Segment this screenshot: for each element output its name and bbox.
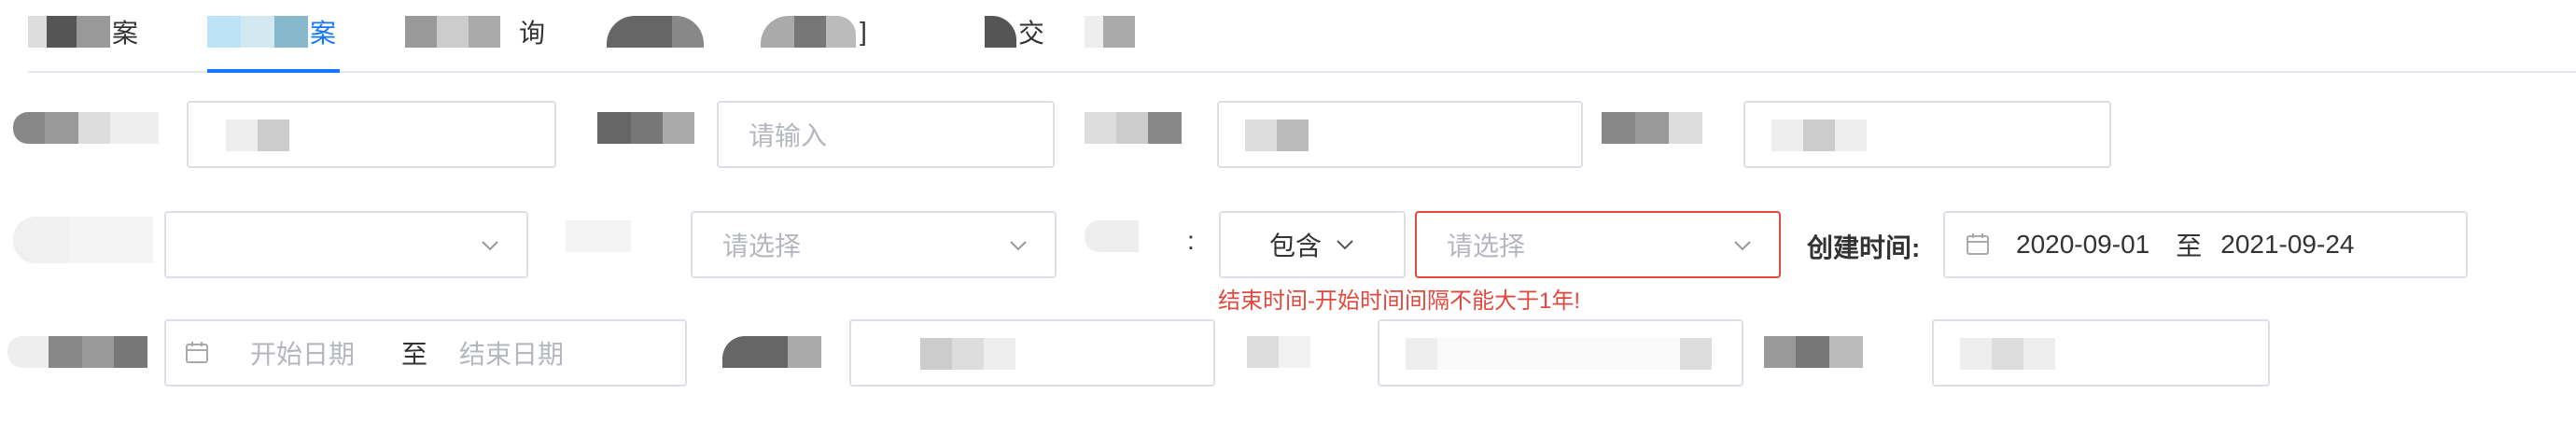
redacted-block — [826, 16, 856, 48]
redacted-label — [13, 217, 153, 263]
select-2[interactable]: 请选择 — [691, 211, 1057, 278]
redacted-label — [1085, 112, 1182, 144]
chevron-down-icon — [1010, 241, 1027, 251]
start-date-placeholder[interactable]: 开始日期 — [250, 334, 355, 372]
redacted-block — [672, 16, 704, 48]
chevron-down-icon — [1337, 240, 1353, 250]
redacted-label — [13, 112, 159, 144]
select-3-placeholder: 请选择 — [1447, 232, 1526, 260]
tab-3[interactable]: 询 — [405, 7, 545, 56]
redacted-value — [1406, 338, 1712, 370]
text-input-7[interactable] — [1932, 319, 2270, 387]
redacted-label — [1764, 336, 1863, 368]
chevron-down-icon — [482, 241, 498, 251]
tab-3-label: 询 — [519, 19, 546, 48]
tab-1[interactable]: 案 — [28, 7, 138, 56]
redacted-block — [77, 16, 110, 48]
tabs-divider — [28, 71, 2576, 73]
created-date-range[interactable]: 2020-09-01 至 2021-09-24 — [1943, 211, 2468, 278]
redacted-block — [241, 16, 274, 48]
redacted-block — [469, 16, 500, 48]
redacted-value — [226, 120, 289, 151]
redacted-label — [597, 112, 694, 144]
select-1[interactable] — [164, 211, 528, 278]
redacted-label — [7, 336, 147, 368]
redacted-block — [761, 16, 794, 48]
redacted-label — [1085, 220, 1139, 252]
contains-dropdown[interactable]: 包含 — [1219, 211, 1406, 278]
redacted-label — [1602, 112, 1702, 144]
redacted-label — [722, 336, 821, 368]
redacted-block — [794, 16, 826, 48]
date-range-error-message: 结束时间-开始时间间隔不能大于1年! — [1218, 288, 1581, 314]
tab-5[interactable]: ] — [761, 7, 867, 56]
select-2-placeholder: 请选择 — [722, 232, 802, 260]
redacted-label — [566, 220, 631, 252]
tab-1-label: 案 — [112, 19, 139, 48]
contains-label: 包含 — [1268, 232, 1322, 260]
text-input-2[interactable]: 请输入 — [717, 101, 1055, 168]
redacted-value — [920, 338, 1015, 370]
tab-7[interactable] — [1085, 7, 1135, 56]
redacted-block — [274, 16, 308, 48]
calendar-icon — [1967, 233, 1989, 255]
range-separator: 至 — [401, 340, 428, 369]
text-input-1[interactable] — [187, 101, 556, 168]
date-range-picker[interactable]: 开始日期 至 结束日期 — [164, 319, 687, 387]
redacted-value — [1245, 120, 1309, 151]
redacted-block — [437, 16, 469, 48]
tab-6-label: 交 — [1018, 19, 1045, 48]
text-input-6[interactable] — [1378, 319, 1743, 387]
redacted-block — [607, 16, 672, 48]
text-input-5[interactable] — [849, 319, 1215, 387]
chevron-down-icon — [1734, 241, 1751, 251]
redacted-block — [1085, 16, 1103, 48]
created-time-label: 创建时间: — [1807, 233, 1921, 262]
redacted-block — [28, 16, 47, 48]
tab-4[interactable] — [607, 7, 704, 56]
tab-5-label: ] — [860, 17, 867, 46]
end-date-placeholder[interactable]: 结束日期 — [459, 334, 564, 372]
tab-2-active[interactable]: 案 — [207, 7, 336, 56]
text-input-3[interactable] — [1217, 101, 1583, 168]
redacted-block — [47, 16, 77, 48]
redacted-value — [1960, 338, 2055, 370]
redacted-value — [1771, 120, 1867, 151]
active-tab-indicator — [207, 69, 340, 73]
redacted-block — [985, 16, 1016, 48]
redacted-block — [405, 16, 437, 48]
redacted-block — [207, 16, 241, 48]
created-start-date[interactable]: 2020-09-01 — [2016, 230, 2149, 260]
redacted-block — [1103, 16, 1135, 48]
text-input-4[interactable] — [1743, 101, 2111, 168]
range-separator: 至 — [2176, 232, 2203, 260]
label-colon: : — [1187, 226, 1195, 255]
redacted-label — [1247, 336, 1310, 368]
input-placeholder: 请输入 — [749, 121, 828, 150]
calendar-icon — [186, 342, 208, 363]
tab-2-label: 案 — [310, 19, 337, 48]
created-end-date[interactable]: 2021-09-24 — [2220, 230, 2354, 260]
select-3-error[interactable]: 请选择 — [1415, 211, 1781, 278]
tab-6[interactable]: 交 — [985, 7, 1044, 56]
